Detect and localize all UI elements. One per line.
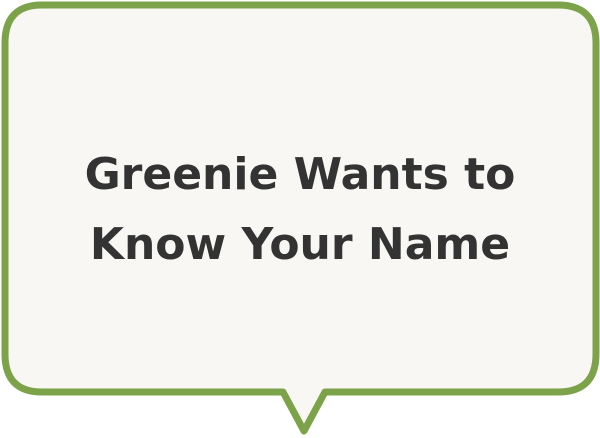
message-line-2: Know Your Name — [89, 219, 511, 271]
message-line-1: Greenie Wants to — [84, 149, 516, 200]
speech-bubble-dialog: Greenie Wants to Know Your Name — [0, 0, 600, 438]
bubble-message: Greenie Wants to Know Your Name — [20, 140, 580, 281]
